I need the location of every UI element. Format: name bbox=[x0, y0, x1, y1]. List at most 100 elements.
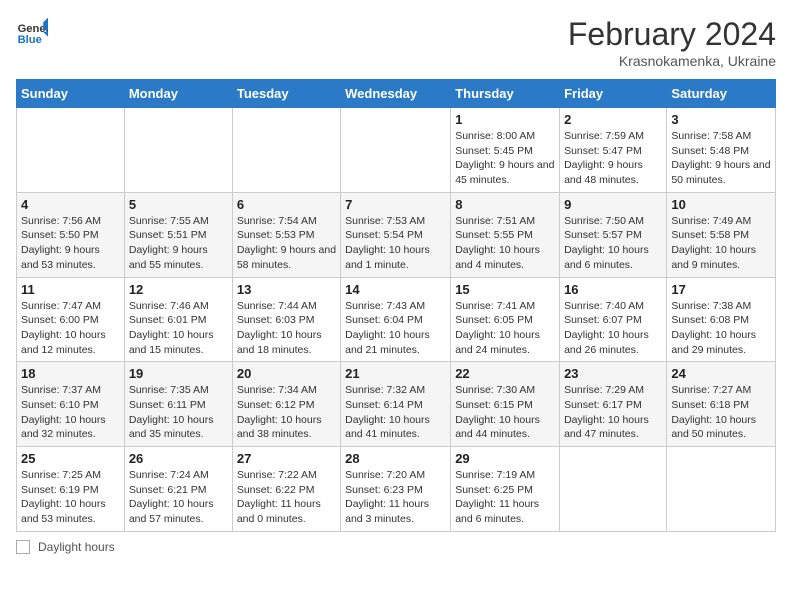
calendar-week-row: 25Sunrise: 7:25 AM Sunset: 6:19 PM Dayli… bbox=[17, 447, 776, 532]
day-number: 20 bbox=[237, 366, 336, 381]
calendar-cell: 7 Sunrise: 7:53 AM Sunset: 5:54 PM Daylig… bbox=[341, 192, 451, 277]
day-number: 22 bbox=[455, 366, 555, 381]
legend-box bbox=[16, 540, 30, 554]
calendar-cell: 19 Sunrise: 7:35 AM Sunset: 6:11 PM Dayli… bbox=[124, 362, 232, 447]
day-info: Sunrise: 7:51 AM Sunset: 5:55 PM Dayligh… bbox=[455, 214, 555, 273]
day-number: 19 bbox=[129, 366, 228, 381]
day-info: Sunrise: 7:35 AM Sunset: 6:11 PM Dayligh… bbox=[129, 383, 228, 442]
day-info: Sunrise: 7:25 AM Sunset: 6:19 PM Dayligh… bbox=[21, 468, 120, 527]
calendar-cell: 21 Sunrise: 7:32 AM Sunset: 6:14 PM Dayli… bbox=[341, 362, 451, 447]
day-info: Sunrise: 7:40 AM Sunset: 6:07 PM Dayligh… bbox=[564, 299, 662, 358]
day-info: Sunrise: 7:46 AM Sunset: 6:01 PM Dayligh… bbox=[129, 299, 228, 358]
calendar-cell: 10 Sunrise: 7:49 AM Sunset: 5:58 PM Dayli… bbox=[667, 192, 776, 277]
day-number: 14 bbox=[345, 282, 446, 297]
logo: General Blue bbox=[16, 16, 48, 48]
calendar-week-row: 18 Sunrise: 7:37 AM Sunset: 6:10 PM Dayli… bbox=[17, 362, 776, 447]
svg-text:Blue: Blue bbox=[18, 34, 42, 46]
day-number: 24 bbox=[671, 366, 771, 381]
calendar-cell: 1 Sunrise: 8:00 AM Sunset: 5:45 PM Daylig… bbox=[451, 108, 560, 193]
calendar-header-monday: Monday bbox=[124, 80, 232, 108]
day-number: 4 bbox=[21, 197, 120, 212]
day-number: 7 bbox=[345, 197, 446, 212]
day-info: Sunrise: 7:30 AM Sunset: 6:15 PM Dayligh… bbox=[455, 383, 555, 442]
calendar-cell: 5Sunrise: 7:55 AM Sunset: 5:51 PM Daylig… bbox=[124, 192, 232, 277]
calendar-cell: 20 Sunrise: 7:34 AM Sunset: 6:12 PM Dayli… bbox=[232, 362, 340, 447]
day-info: Sunrise: 7:37 AM Sunset: 6:10 PM Dayligh… bbox=[21, 383, 120, 442]
day-number: 5 bbox=[129, 197, 228, 212]
footer: Daylight hours bbox=[16, 540, 776, 554]
calendar-cell: 22 Sunrise: 7:30 AM Sunset: 6:15 PM Dayli… bbox=[451, 362, 560, 447]
day-number: 6 bbox=[237, 197, 336, 212]
calendar-cell bbox=[667, 447, 776, 532]
calendar-cell: 11Sunrise: 7:47 AM Sunset: 6:00 PM Dayli… bbox=[17, 277, 125, 362]
day-info: Sunrise: 8:00 AM Sunset: 5:45 PM Dayligh… bbox=[455, 129, 555, 188]
calendar-week-row: 1 Sunrise: 8:00 AM Sunset: 5:45 PM Daylig… bbox=[17, 108, 776, 193]
day-info: Sunrise: 7:54 AM Sunset: 5:53 PM Dayligh… bbox=[237, 214, 336, 273]
calendar-cell bbox=[232, 108, 340, 193]
calendar-cell: 25Sunrise: 7:25 AM Sunset: 6:19 PM Dayli… bbox=[17, 447, 125, 532]
day-number: 2 bbox=[564, 112, 662, 127]
calendar-cell bbox=[560, 447, 667, 532]
day-number: 13 bbox=[237, 282, 336, 297]
calendar-cell: 13 Sunrise: 7:44 AM Sunset: 6:03 PM Dayli… bbox=[232, 277, 340, 362]
calendar-header-thursday: Thursday bbox=[451, 80, 560, 108]
calendar-cell: 15Sunrise: 7:41 AM Sunset: 6:05 PM Dayli… bbox=[451, 277, 560, 362]
calendar-table: SundayMondayTuesdayWednesdayThursdayFrid… bbox=[16, 79, 776, 532]
day-info: Sunrise: 7:38 AM Sunset: 6:08 PM Dayligh… bbox=[671, 299, 771, 358]
legend-label: Daylight hours bbox=[38, 540, 115, 554]
day-number: 18 bbox=[21, 366, 120, 381]
day-info: Sunrise: 7:34 AM Sunset: 6:12 PM Dayligh… bbox=[237, 383, 336, 442]
calendar-header-wednesday: Wednesday bbox=[341, 80, 451, 108]
day-number: 10 bbox=[671, 197, 771, 212]
day-number: 21 bbox=[345, 366, 446, 381]
calendar-week-row: 11Sunrise: 7:47 AM Sunset: 6:00 PM Dayli… bbox=[17, 277, 776, 362]
day-number: 27 bbox=[237, 451, 336, 466]
calendar-cell: 26Sunrise: 7:24 AM Sunset: 6:21 PM Dayli… bbox=[124, 447, 232, 532]
calendar-cell: 17 Sunrise: 7:38 AM Sunset: 6:08 PM Dayli… bbox=[667, 277, 776, 362]
calendar-week-row: 4 Sunrise: 7:56 AM Sunset: 5:50 PM Daylig… bbox=[17, 192, 776, 277]
day-info: Sunrise: 7:20 AM Sunset: 6:23 PM Dayligh… bbox=[345, 468, 446, 527]
day-number: 16 bbox=[564, 282, 662, 297]
day-number: 8 bbox=[455, 197, 555, 212]
day-number: 17 bbox=[671, 282, 771, 297]
day-number: 26 bbox=[129, 451, 228, 466]
location: Krasnokamenka, Ukraine bbox=[568, 53, 776, 69]
day-info: Sunrise: 7:32 AM Sunset: 6:14 PM Dayligh… bbox=[345, 383, 446, 442]
day-info: Sunrise: 7:44 AM Sunset: 6:03 PM Dayligh… bbox=[237, 299, 336, 358]
calendar-cell: 29Sunrise: 7:19 AM Sunset: 6:25 PM Dayli… bbox=[451, 447, 560, 532]
day-info: Sunrise: 7:22 AM Sunset: 6:22 PM Dayligh… bbox=[237, 468, 336, 527]
day-number: 23 bbox=[564, 366, 662, 381]
calendar-cell: 28 Sunrise: 7:20 AM Sunset: 6:23 PM Dayli… bbox=[341, 447, 451, 532]
day-info: Sunrise: 7:19 AM Sunset: 6:25 PM Dayligh… bbox=[455, 468, 555, 527]
day-number: 28 bbox=[345, 451, 446, 466]
calendar-cell: 3 Sunrise: 7:58 AM Sunset: 5:48 PM Daylig… bbox=[667, 108, 776, 193]
calendar-cell: 18 Sunrise: 7:37 AM Sunset: 6:10 PM Dayli… bbox=[17, 362, 125, 447]
day-info: Sunrise: 7:47 AM Sunset: 6:00 PM Dayligh… bbox=[21, 299, 120, 358]
calendar-header-tuesday: Tuesday bbox=[232, 80, 340, 108]
calendar-cell: 4 Sunrise: 7:56 AM Sunset: 5:50 PM Daylig… bbox=[17, 192, 125, 277]
calendar-cell bbox=[341, 108, 451, 193]
calendar-header-saturday: Saturday bbox=[667, 80, 776, 108]
day-number: 1 bbox=[455, 112, 555, 127]
day-info: Sunrise: 7:50 AM Sunset: 5:57 PM Dayligh… bbox=[564, 214, 662, 273]
calendar-cell: 16 Sunrise: 7:40 AM Sunset: 6:07 PM Dayli… bbox=[560, 277, 667, 362]
calendar-header-row: SundayMondayTuesdayWednesdayThursdayFrid… bbox=[17, 80, 776, 108]
calendar-cell bbox=[124, 108, 232, 193]
day-number: 3 bbox=[671, 112, 771, 127]
calendar-header-friday: Friday bbox=[560, 80, 667, 108]
calendar-cell: 12Sunrise: 7:46 AM Sunset: 6:01 PM Dayli… bbox=[124, 277, 232, 362]
page-header: General Blue February 2024 Krasnokamenka… bbox=[16, 16, 776, 69]
day-info: Sunrise: 7:58 AM Sunset: 5:48 PM Dayligh… bbox=[671, 129, 771, 188]
title-block: February 2024 Krasnokamenka, Ukraine bbox=[568, 16, 776, 69]
calendar-cell: 14 Sunrise: 7:43 AM Sunset: 6:04 PM Dayli… bbox=[341, 277, 451, 362]
day-info: Sunrise: 7:53 AM Sunset: 5:54 PM Dayligh… bbox=[345, 214, 446, 273]
day-info: Sunrise: 7:27 AM Sunset: 6:18 PM Dayligh… bbox=[671, 383, 771, 442]
calendar-cell: 2Sunrise: 7:59 AM Sunset: 5:47 PM Daylig… bbox=[560, 108, 667, 193]
day-info: Sunrise: 7:56 AM Sunset: 5:50 PM Dayligh… bbox=[21, 214, 120, 273]
day-number: 9 bbox=[564, 197, 662, 212]
logo-icon: General Blue bbox=[16, 16, 48, 48]
day-info: Sunrise: 7:43 AM Sunset: 6:04 PM Dayligh… bbox=[345, 299, 446, 358]
calendar-cell: 27 Sunrise: 7:22 AM Sunset: 6:22 PM Dayli… bbox=[232, 447, 340, 532]
day-info: Sunrise: 7:49 AM Sunset: 5:58 PM Dayligh… bbox=[671, 214, 771, 273]
day-info: Sunrise: 7:41 AM Sunset: 6:05 PM Dayligh… bbox=[455, 299, 555, 358]
